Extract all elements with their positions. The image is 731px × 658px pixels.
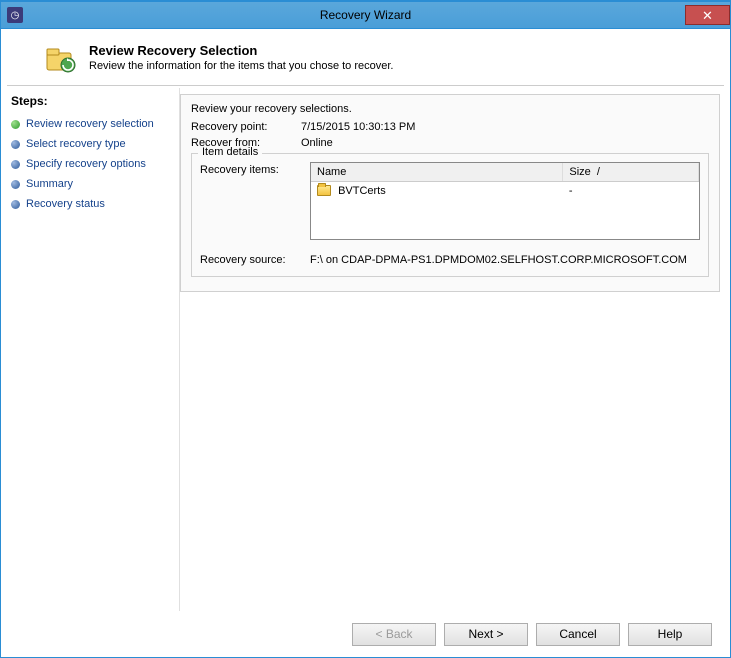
item-size: - <box>563 181 699 200</box>
column-header-size[interactable]: Size / <box>563 163 699 181</box>
table-row[interactable]: BVTCerts - <box>311 181 699 200</box>
review-instruction: Review your recovery selections. <box>191 103 709 115</box>
steps-pane: Steps: Review recovery selection Select … <box>1 86 179 611</box>
step-specify-recovery-options[interactable]: Specify recovery options <box>11 154 171 174</box>
step-label: Select recovery type <box>26 138 126 150</box>
app-icon: ◷ <box>7 7 23 23</box>
recovery-source-label: Recovery source: <box>200 254 310 266</box>
recovery-items-label: Recovery items: <box>200 162 310 240</box>
page-subtitle: Review the information for the items tha… <box>89 60 393 72</box>
step-bullet-icon <box>11 180 20 189</box>
steps-title: Steps: <box>11 94 171 108</box>
back-button[interactable]: < Back <box>352 623 436 646</box>
step-bullet-current-icon <box>11 120 20 129</box>
recovery-point-value: 7/15/2015 10:30:13 PM <box>301 121 415 133</box>
recover-from-value: Online <box>301 137 333 149</box>
titlebar: ◷ Recovery Wizard ✕ <box>1 2 730 29</box>
cancel-button[interactable]: Cancel <box>536 623 620 646</box>
folder-icon <box>317 185 331 196</box>
close-button[interactable]: ✕ <box>685 5 730 25</box>
step-label: Recovery status <box>26 198 105 210</box>
step-summary[interactable]: Summary <box>11 174 171 194</box>
step-select-recovery-type[interactable]: Select recovery type <box>11 134 171 154</box>
page-title: Review Recovery Selection <box>89 43 393 58</box>
step-review-recovery-selection[interactable]: Review recovery selection <box>11 114 171 134</box>
wizard-header: Review Recovery Selection Review the inf… <box>1 29 730 85</box>
window-title: Recovery Wizard <box>1 8 730 22</box>
column-header-name[interactable]: Name <box>311 163 563 181</box>
step-label: Review recovery selection <box>26 118 154 130</box>
step-bullet-icon <box>11 200 20 209</box>
step-label: Specify recovery options <box>26 158 146 170</box>
recovery-source-value: F:\ on CDAP-DPMA-PS1.DPMDOM02.SELFHOST.C… <box>310 254 687 266</box>
help-button[interactable]: Help <box>628 623 712 646</box>
step-bullet-icon <box>11 140 20 149</box>
item-details-legend: Item details <box>198 146 262 158</box>
step-bullet-icon <box>11 160 20 169</box>
recovery-items-list[interactable]: Name Size / BVTCerts <box>310 162 700 240</box>
recovery-wizard-window: ◷ Recovery Wizard ✕ Review Recovery Sele… <box>0 0 731 658</box>
content-pane: Review your recovery selections. Recover… <box>180 86 730 611</box>
recovery-header-icon <box>45 43 77 75</box>
step-recovery-status[interactable]: Recovery status <box>11 194 171 214</box>
review-box: Review your recovery selections. Recover… <box>180 94 720 292</box>
item-details-group: Item details Recovery items: Name Size / <box>191 153 709 277</box>
next-button[interactable]: Next > <box>444 623 528 646</box>
step-label: Summary <box>26 178 73 190</box>
item-name: BVTCerts <box>338 185 386 197</box>
wizard-button-bar: < Back Next > Cancel Help <box>1 611 730 657</box>
recovery-point-label: Recovery point: <box>191 121 301 133</box>
